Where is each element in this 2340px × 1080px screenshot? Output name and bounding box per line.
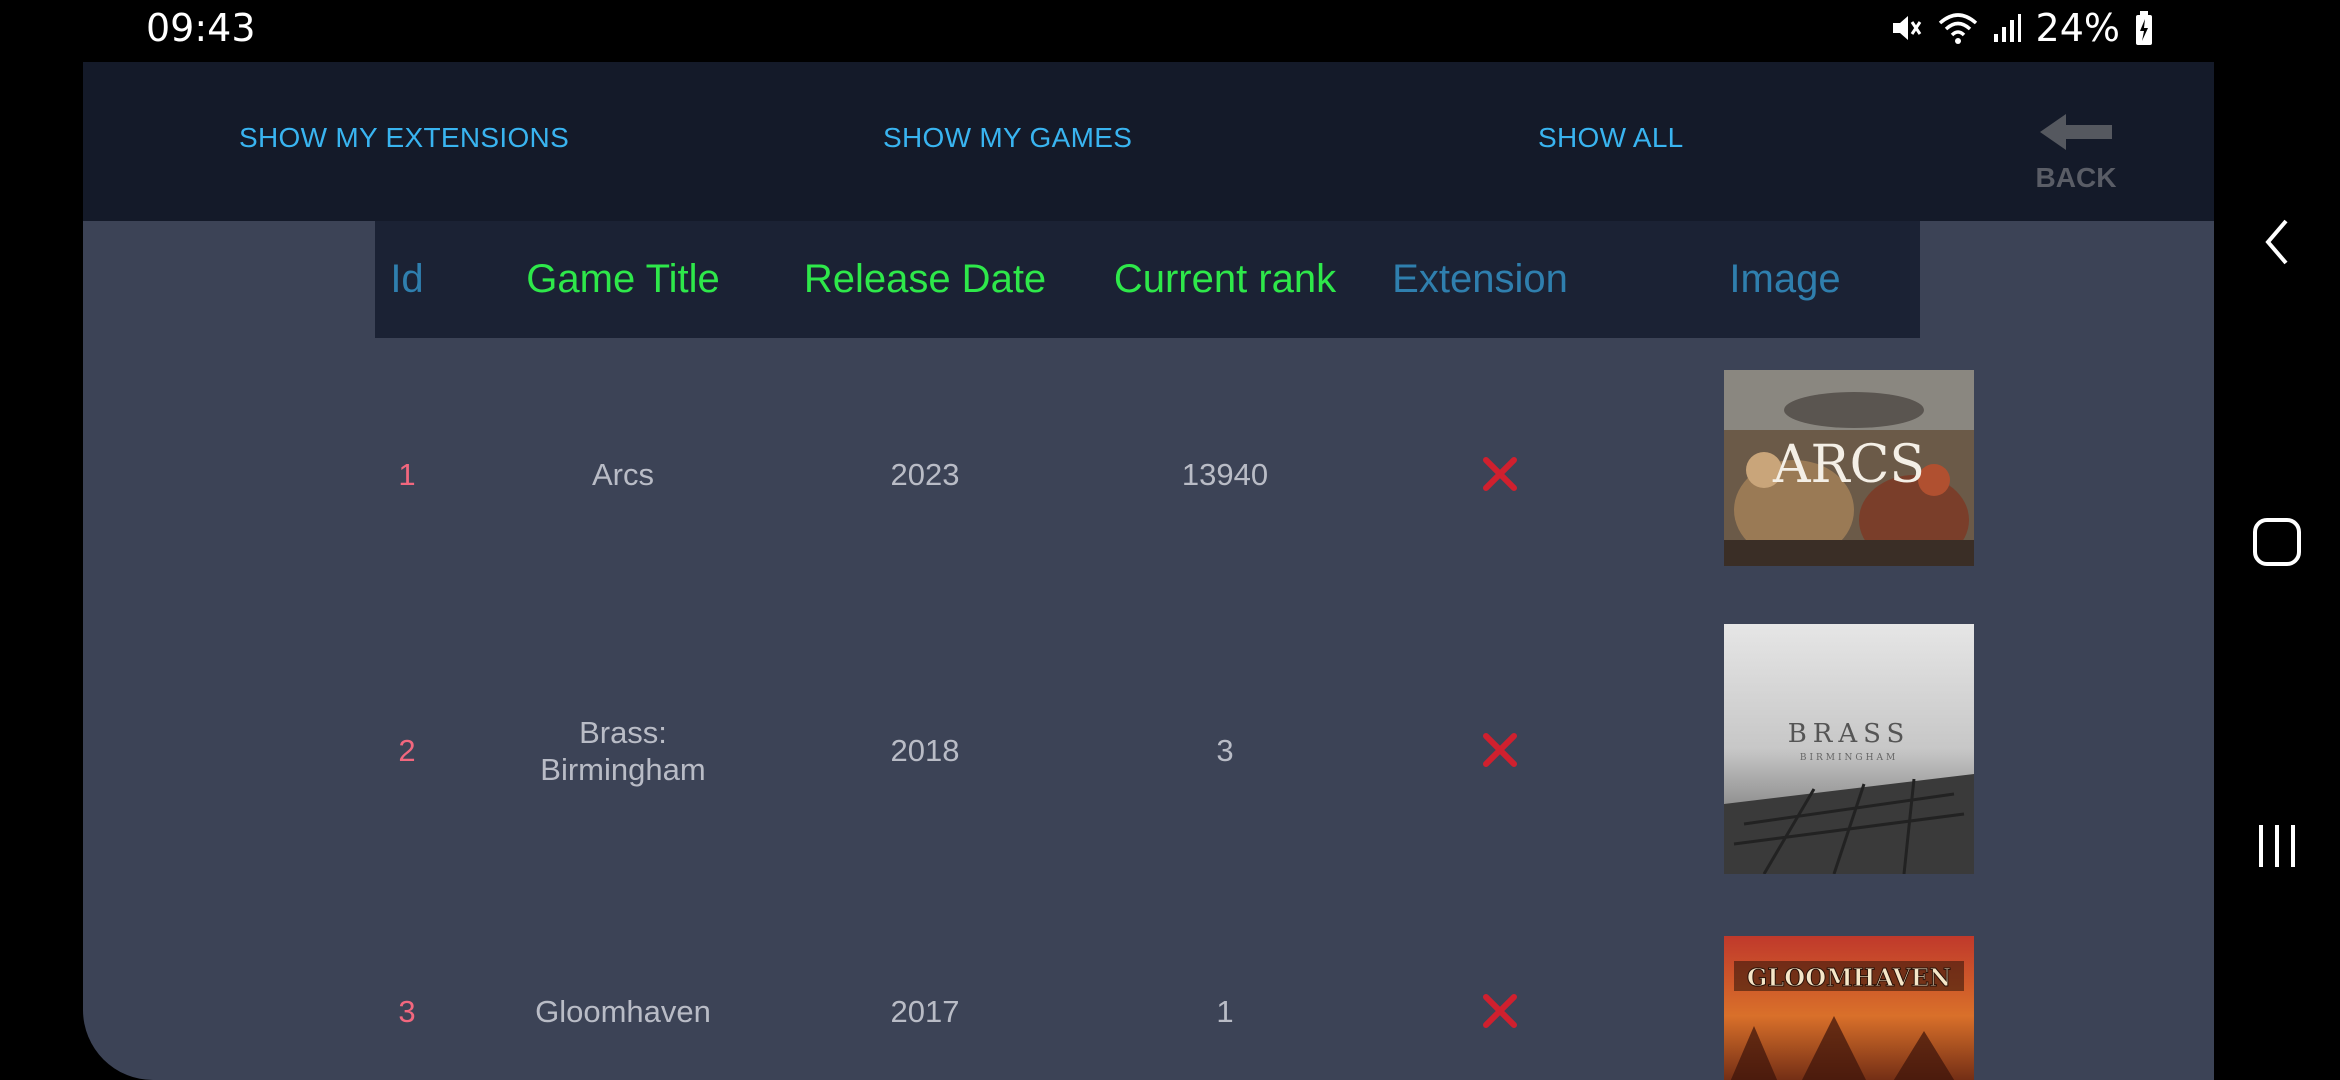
show-all-button[interactable]: SHOW ALL — [1538, 122, 1684, 154]
header-current-rank[interactable]: Current rank — [1095, 221, 1355, 338]
extension-false-icon — [1480, 730, 1520, 770]
header-game-title[interactable]: Game Title — [503, 221, 743, 338]
back-button[interactable]: BACK — [2021, 110, 2131, 193]
row-id: 2 — [398, 733, 416, 768]
wifi-icon — [1938, 11, 1978, 45]
cover-title: BRASS — [1788, 719, 1911, 749]
home-square-icon — [2251, 516, 2303, 572]
table-row[interactable]: 2 Brass: Birmingham 2018 3 BRASS BIRMING… — [375, 612, 1974, 902]
nav-back-button[interactable] — [2213, 184, 2340, 304]
chevron-left-icon — [2260, 217, 2294, 271]
status-icons: 24% — [1888, 6, 2154, 50]
row-game-title: Gloomhaven — [535, 994, 711, 1029]
navigation-bar — [2213, 62, 2340, 1080]
row-current-rank: 13940 — [1181, 457, 1269, 492]
back-arrow-icon — [2036, 114, 2116, 158]
recents-icon — [2255, 821, 2299, 875]
row-game-title: Arcs — [592, 457, 654, 492]
row-game-title: Brass: Birmingham — [540, 715, 706, 787]
row-release-date: 2023 — [890, 457, 960, 492]
status-bar: 09:43 24% — [0, 0, 2340, 62]
game-cover-image: BRASS BIRMINGHAM — [1724, 624, 1974, 874]
signal-icon — [1992, 12, 2022, 44]
top-toolbar: SHOW MY EXTENSIONS SHOW MY GAMES SHOW AL… — [83, 62, 2214, 221]
game-cover-image: ARCS — [1724, 370, 1974, 566]
show-my-extensions-button[interactable]: SHOW MY EXTENSIONS — [239, 122, 569, 154]
header-id[interactable]: Id — [385, 221, 429, 338]
extension-false-icon — [1480, 454, 1520, 494]
nav-recents-button[interactable] — [2213, 788, 2340, 908]
status-time: 09:43 — [146, 6, 256, 50]
row-release-date: 2018 — [890, 733, 960, 768]
row-current-rank: 3 — [1216, 733, 1234, 768]
nav-home-button[interactable] — [2213, 484, 2340, 604]
battery-charging-icon — [2134, 10, 2154, 46]
cover-title: GLOOMHAVEN — [1747, 963, 1951, 992]
table-row[interactable]: 1 Arcs 2023 13940 ARCS — [375, 358, 1974, 598]
game-cover-image: GLOOMHAVEN — [1724, 936, 1974, 1080]
header-image[interactable]: Image — [1685, 221, 1885, 338]
app-window: SHOW MY EXTENSIONS SHOW MY GAMES SHOW AL… — [83, 62, 2214, 1080]
header-release-date[interactable]: Release Date — [795, 221, 1055, 338]
cover-subtitle: BIRMINGHAM — [1800, 753, 1898, 763]
extension-false-icon — [1480, 991, 1520, 1031]
show-my-games-button[interactable]: SHOW MY GAMES — [883, 122, 1132, 154]
back-label: BACK — [2035, 162, 2117, 193]
row-release-date: 2017 — [890, 994, 960, 1029]
battery-percent: 24% — [2035, 6, 2120, 50]
cover-title: ARCS — [1772, 435, 1925, 495]
row-current-rank: 1 — [1216, 994, 1234, 1029]
table-row[interactable]: 3 Gloomhaven 2017 1 GLOOMHAVEN — [375, 924, 1974, 1080]
mute-icon — [1888, 10, 1924, 46]
table-header: Id Game Title Release Date Current rank … — [375, 221, 1920, 338]
header-extension[interactable]: Extension — [1375, 221, 1585, 338]
row-id: 1 — [398, 457, 416, 492]
row-id: 3 — [398, 994, 416, 1029]
